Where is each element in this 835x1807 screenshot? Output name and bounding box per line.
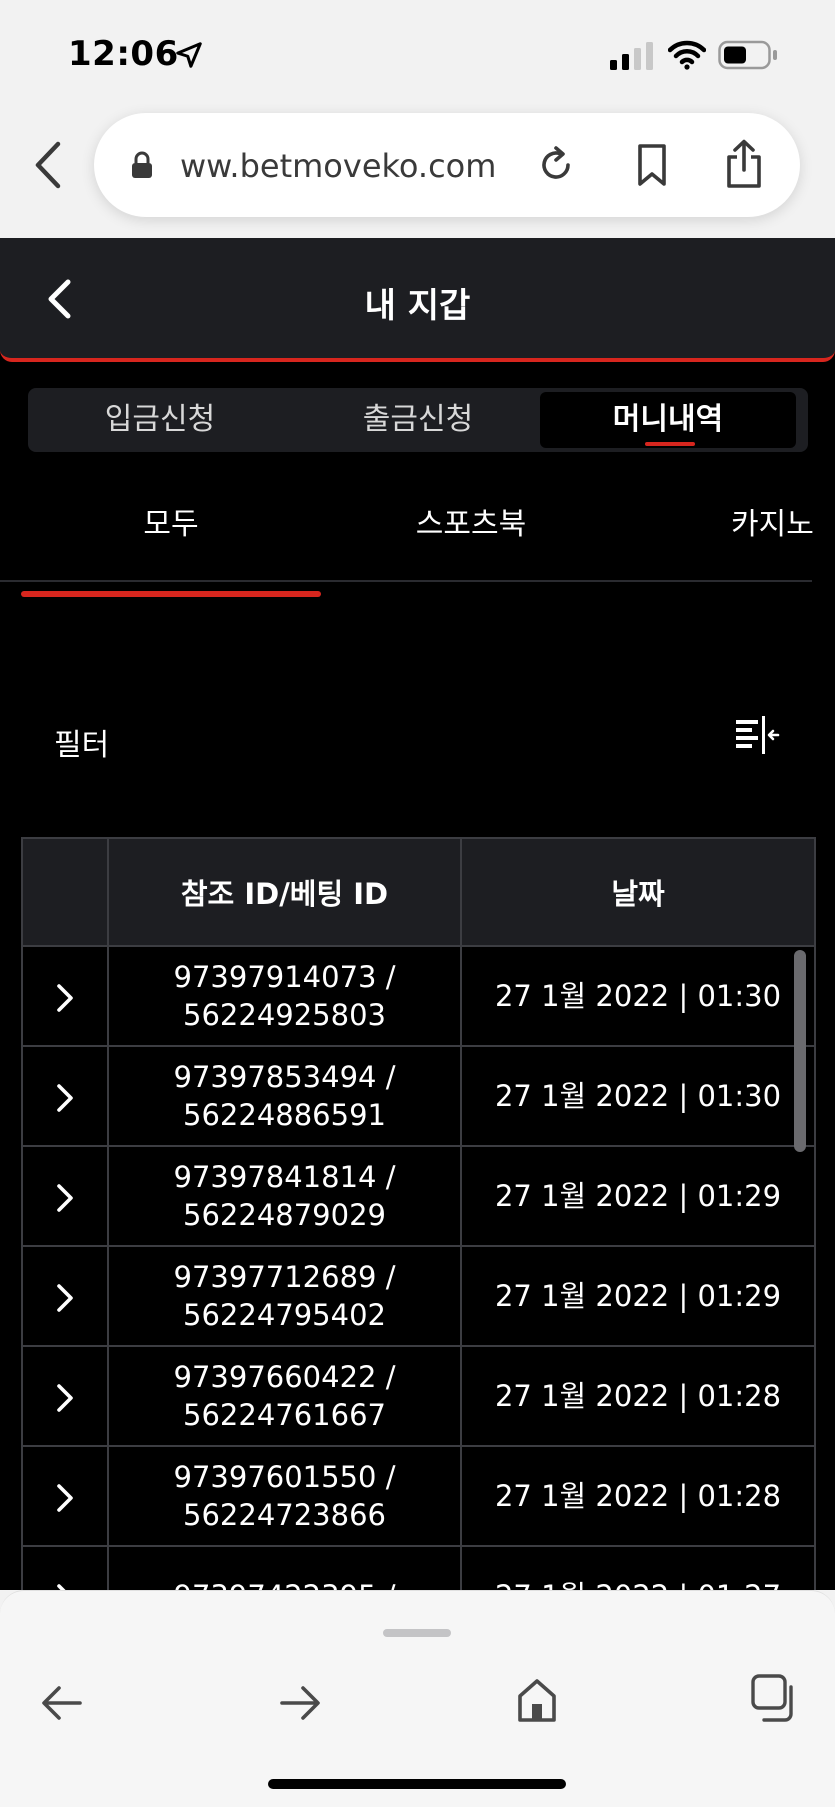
- ref-id-cell: 97397853494 / 56224886591: [107, 1045, 462, 1147]
- tab-label: 모두: [143, 507, 199, 542]
- cellular-signal-icon: [610, 42, 653, 70]
- browser-bottom-toolbar: [0, 1590, 835, 1807]
- date-cell: 27 1월 2022 | 01:29: [460, 1245, 816, 1347]
- ref-id-cell: 97397841814 / 56224879029: [107, 1145, 462, 1247]
- back-arrow-icon[interactable]: [40, 1683, 84, 1723]
- expand-cell[interactable]: [21, 1545, 109, 1590]
- forward-arrow-icon[interactable]: [278, 1683, 322, 1723]
- filter-toggle-icon[interactable]: [734, 716, 780, 756]
- chevron-right-icon[interactable]: [54, 1482, 76, 1514]
- tab-label: 머니내역: [612, 402, 724, 437]
- table-row[interactable]: 97397853494 / 56224886591 27 1월 2022 | 0…: [21, 1045, 816, 1147]
- expand-column-header: [21, 837, 109, 947]
- sheet-grabber[interactable]: [383, 1629, 451, 1637]
- chevron-right-icon[interactable]: [54, 1282, 76, 1314]
- tab-label: 스포츠북: [415, 507, 527, 542]
- table-header-row: 참조 ID/베팅 ID 날짜: [21, 837, 816, 947]
- bet-id: 56224886591: [183, 1098, 386, 1132]
- expand-cell[interactable]: [21, 1145, 109, 1247]
- expand-cell[interactable]: [21, 1045, 109, 1147]
- ref-id: 97397853494 /: [173, 1060, 396, 1094]
- date-cell: 27 1월 2022 | 01:30: [460, 1045, 816, 1147]
- table-row[interactable]: 97397601550 / 56224723866 27 1월 2022 | 0…: [21, 1445, 816, 1547]
- ref-id: 97397712689 /: [173, 1260, 396, 1294]
- expand-cell[interactable]: [21, 1345, 109, 1447]
- bet-id: 56224879029: [183, 1198, 386, 1232]
- ref-id: 97397841814 /: [173, 1160, 396, 1194]
- tabs-divider: [0, 580, 812, 582]
- ref-id-cell: 97397660422 / 56224761667: [107, 1345, 462, 1447]
- share-icon[interactable]: [724, 139, 764, 189]
- chevron-right-icon[interactable]: [54, 982, 76, 1014]
- wallet-page: 내 지갑 입금신청 출금신청 머니내역 모두 스포츠북 카지노 필터 참조 ID…: [0, 238, 835, 1590]
- tab-money-history[interactable]: 머니내역: [540, 392, 796, 448]
- tab-all[interactable]: 모두: [21, 492, 321, 558]
- bet-id: 56224761667: [183, 1398, 386, 1432]
- table-row[interactable]: 97397914073 / 56224925803 27 1월 2022 | 0…: [21, 945, 816, 1047]
- expand-cell[interactable]: [21, 945, 109, 1047]
- status-bar: 12:06: [0, 0, 835, 110]
- tab-label: 출금신청: [362, 402, 474, 437]
- ref-id-cell: 97397914073 / 56224925803: [107, 945, 462, 1047]
- table-row[interactable]: 97397660422 / 56224761667 27 1월 2022 | 0…: [21, 1345, 816, 1447]
- reload-icon[interactable]: [536, 145, 576, 185]
- page-title: 내 지갑: [364, 286, 471, 326]
- date-cell: 27 1월 2022 | 01:27: [460, 1545, 816, 1590]
- chevron-right-icon[interactable]: [54, 1382, 76, 1414]
- expand-cell[interactable]: [21, 1445, 109, 1547]
- battery-icon: [718, 40, 777, 70]
- url-text[interactable]: ww.betmoveko.com: [180, 147, 580, 185]
- chevron-right-icon[interactable]: [54, 1182, 76, 1214]
- table-row[interactable]: 97397712689 / 56224795402 27 1월 2022 | 0…: [21, 1245, 816, 1347]
- transaction-table: 참조 ID/베팅 ID 날짜 97397914073 / 56224925803…: [21, 837, 816, 1590]
- wifi-icon: [668, 40, 706, 70]
- bet-id: 56224795402: [183, 1298, 386, 1332]
- table-scrollbar[interactable]: [794, 950, 806, 1152]
- date-cell: 27 1월 2022 | 01:29: [460, 1145, 816, 1247]
- ref-id: 97397660422 /: [173, 1360, 396, 1394]
- tab-label: 카지노: [731, 507, 814, 542]
- wallet-segment-tabs: 입금신청 출금신청 머니내역: [28, 388, 808, 452]
- date-cell: 27 1월 2022 | 01:28: [460, 1345, 816, 1447]
- tab-casino[interactable]: 카지노: [621, 492, 835, 558]
- ref-id: 97397422395 /: [109, 1577, 460, 1590]
- chevron-right-icon[interactable]: [54, 1582, 76, 1590]
- bet-id: 56224925803: [183, 998, 386, 1032]
- ref-id: 97397601550 /: [173, 1460, 396, 1494]
- tab-label: 입금신청: [104, 402, 216, 437]
- bookmark-icon[interactable]: [634, 143, 670, 187]
- ref-id-cell: 97397422395 /: [107, 1545, 462, 1590]
- location-arrow-icon: [176, 42, 202, 68]
- home-icon[interactable]: [516, 1677, 558, 1723]
- category-tabs: 모두 스포츠북 카지노: [21, 492, 835, 562]
- tab-withdraw-request[interactable]: 출금신청: [290, 392, 546, 448]
- chevron-right-icon[interactable]: [54, 1082, 76, 1114]
- status-time: 12:06: [68, 34, 179, 74]
- filter-label: 필터: [54, 728, 110, 763]
- ref-id-cell: 97397601550 / 56224723866: [107, 1445, 462, 1547]
- browser-back-chevron-icon[interactable]: [30, 140, 64, 190]
- active-category-indicator: [21, 591, 321, 597]
- date-cell: 27 1월 2022 | 01:30: [460, 945, 816, 1047]
- table-row[interactable]: 97397422395 / 27 1월 2022 | 01:27: [21, 1545, 816, 1590]
- ref-id: 97397914073 /: [173, 960, 396, 994]
- ref-id-cell: 97397712689 / 56224795402: [107, 1245, 462, 1347]
- bet-id: 56224723866: [183, 1498, 386, 1532]
- table-row[interactable]: 97397841814 / 56224879029 27 1월 2022 | 0…: [21, 1145, 816, 1247]
- column-header-date: 날짜: [460, 837, 816, 947]
- browser-top-bar: ww.betmoveko.com: [0, 110, 835, 238]
- active-tab-indicator: [645, 442, 695, 446]
- column-header-ref-id: 참조 ID/베팅 ID: [107, 837, 462, 947]
- expand-cell[interactable]: [21, 1245, 109, 1347]
- page-header: 내 지갑: [0, 238, 835, 362]
- tab-deposit-request[interactable]: 입금신청: [32, 392, 288, 448]
- tab-sportsbook[interactable]: 스포츠북: [321, 492, 621, 558]
- home-indicator: [268, 1779, 566, 1789]
- address-bar[interactable]: ww.betmoveko.com: [94, 113, 800, 217]
- date-cell: 27 1월 2022 | 01:28: [460, 1445, 816, 1547]
- tabs-overview-icon[interactable]: [750, 1673, 800, 1723]
- lock-icon: [132, 151, 152, 178]
